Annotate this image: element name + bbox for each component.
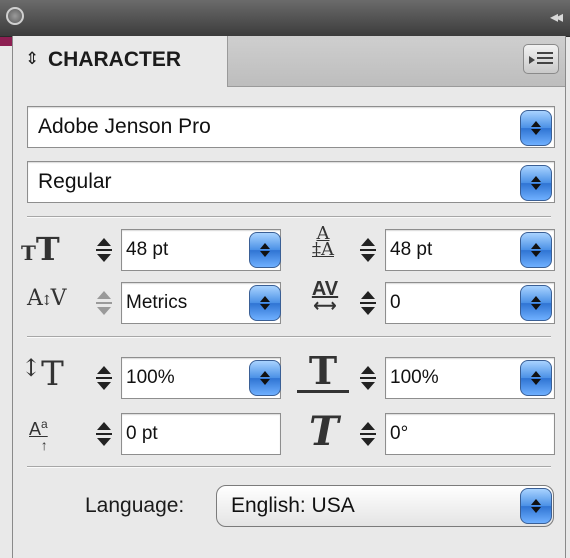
language-label: Language: — [85, 494, 185, 517]
leading-stepper[interactable] — [357, 232, 379, 268]
language-dropdown-button[interactable] — [520, 488, 552, 524]
tracking-value: 0 — [390, 292, 401, 313]
kerning-icon: A↕V — [27, 286, 66, 311]
close-icon[interactable] — [6, 7, 24, 25]
skew-icon: T — [309, 408, 339, 455]
menu-arrow-icon — [529, 56, 535, 64]
tracking-icon: AV ⟷ — [311, 278, 339, 315]
horizontal-scale-stepper[interactable] — [357, 360, 379, 396]
horizontal-scale-dropdown-button[interactable] — [520, 360, 552, 396]
font-style-dropdown-button[interactable] — [520, 165, 552, 201]
leading-value: 48 pt — [390, 239, 433, 260]
font-family-dropdown[interactable]: Adobe Jenson Pro — [27, 106, 555, 148]
skew-stepper[interactable] — [357, 416, 379, 452]
tab-expand-icon: ⇕ — [25, 49, 40, 68]
leading-dropdown-button[interactable] — [520, 232, 552, 268]
font-size-icon: TT — [21, 230, 60, 268]
tab-label: CHARACTER — [48, 48, 181, 71]
vertical-scale-dropdown-button[interactable] — [249, 360, 281, 396]
vertical-scale-stepper[interactable] — [93, 360, 115, 396]
language-value: English: USA — [231, 494, 355, 517]
divider — [27, 336, 551, 338]
baseline-shift-value: 0 pt — [126, 423, 158, 444]
tracking-dropdown-button[interactable] — [520, 285, 552, 321]
font-size-dropdown-button[interactable] — [249, 232, 281, 268]
font-style-value: Regular — [38, 170, 112, 193]
baseline-shift-field[interactable]: 0 pt — [121, 413, 281, 455]
tracking-stepper[interactable] — [357, 285, 379, 321]
kerning-value: Metrics — [126, 292, 188, 313]
font-family-dropdown-button[interactable] — [520, 110, 552, 146]
font-size-stepper[interactable] — [93, 232, 115, 268]
divider — [27, 216, 551, 218]
character-panel: ⇕ CHARACTER Adobe Jenson Pro Regular TT … — [12, 36, 566, 558]
leading-icon: A ‡A — [312, 223, 334, 260]
font-family-value: Adobe Jenson Pro — [38, 115, 211, 138]
horizontal-scale-icon: T — [297, 352, 349, 393]
language-select[interactable]: English: USA — [216, 485, 554, 527]
font-size-value: 48 pt — [126, 239, 169, 260]
kerning-dropdown-button[interactable] — [249, 285, 281, 321]
kerning-stepper[interactable] — [93, 285, 115, 321]
tab-character[interactable]: ⇕ CHARACTER — [13, 36, 228, 87]
divider — [27, 466, 551, 468]
horizontal-scale-value: 100% — [390, 367, 439, 388]
vertical-scale-icon: ↕T — [21, 354, 64, 394]
panel-titlebar[interactable]: ◂◂ — [0, 0, 570, 37]
skew-field[interactable]: 0° — [385, 413, 555, 455]
panel-menu-button[interactable] — [523, 44, 559, 74]
vertical-scale-value: 100% — [126, 367, 175, 388]
baseline-shift-stepper[interactable] — [93, 416, 115, 452]
skew-value: 0° — [390, 423, 409, 444]
collapse-icon[interactable]: ◂◂ — [550, 7, 563, 27]
font-style-dropdown[interactable]: Regular — [27, 161, 555, 203]
tab-bar: ⇕ CHARACTER — [13, 36, 565, 87]
baseline-shift-icon: Aa ↑ — [29, 417, 48, 453]
